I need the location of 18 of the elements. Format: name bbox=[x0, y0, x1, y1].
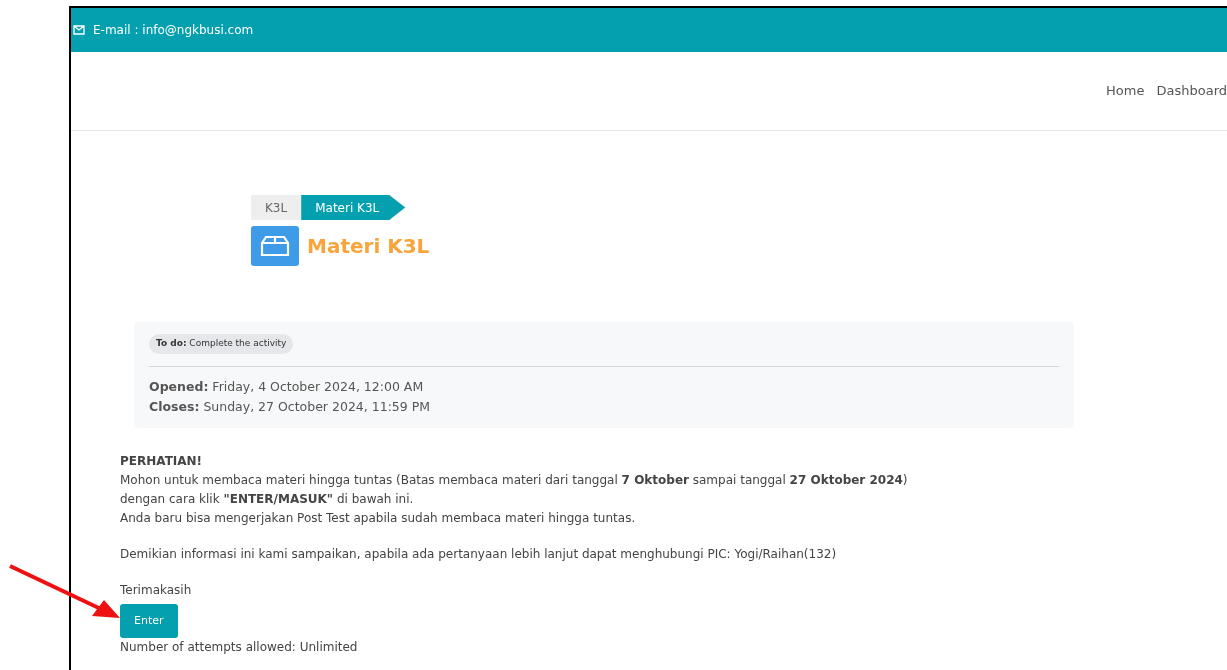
notice-paragraph: Anda baru bisa mengerjakan Post Test apabila sudah membaca materi hingga tuntas. bbox=[120, 509, 637, 527]
box-icon bbox=[251, 226, 299, 266]
activity-title: Materi K3L bbox=[307, 233, 430, 260]
attempts-text: Number of attempts allowed: Unlimited bbox=[120, 639, 359, 655]
envelope-icon bbox=[73, 25, 85, 35]
nav-link[interactable]: Dashboard bbox=[1156, 81, 1227, 101]
todo-badge: To do: Complete the activity bbox=[149, 334, 294, 354]
date-line: Closes: Sunday, 27 October 2024, 11:59 PM bbox=[149, 397, 432, 416]
notice-heading: PERHATIAN! bbox=[120, 452, 204, 470]
breadcrumb-item[interactable]: K3L bbox=[251, 195, 302, 220]
email-address: E-mail : info@ngkbusi.com bbox=[93, 22, 254, 39]
nav-link[interactable]: Home bbox=[1106, 81, 1145, 101]
notice-paragraph: Mohon untuk membaca materi hingga tuntas (Batas membaca materi dari tanggal 7 Oktober sampai tanggal 27 Oktober 2024) dengan cara klik "ENTER/MASUK" di bawah ini. bbox=[120, 471, 909, 508]
breadcrumb-item[interactable]: Materi K3L bbox=[301, 195, 406, 220]
contact-paragraph: Demikian informasi ini kami sampaikan, apabila ada pertanyaan lebih lanjut dapat menghubungi PIC: Yogi/Raihan(132) bbox=[120, 545, 838, 563]
enter-button[interactable]: Enter bbox=[120, 603, 178, 638]
date-line: Opened: Friday, 4 October 2024, 12:00 AM bbox=[149, 377, 425, 396]
thanks-text: Terimakasih bbox=[120, 581, 193, 599]
